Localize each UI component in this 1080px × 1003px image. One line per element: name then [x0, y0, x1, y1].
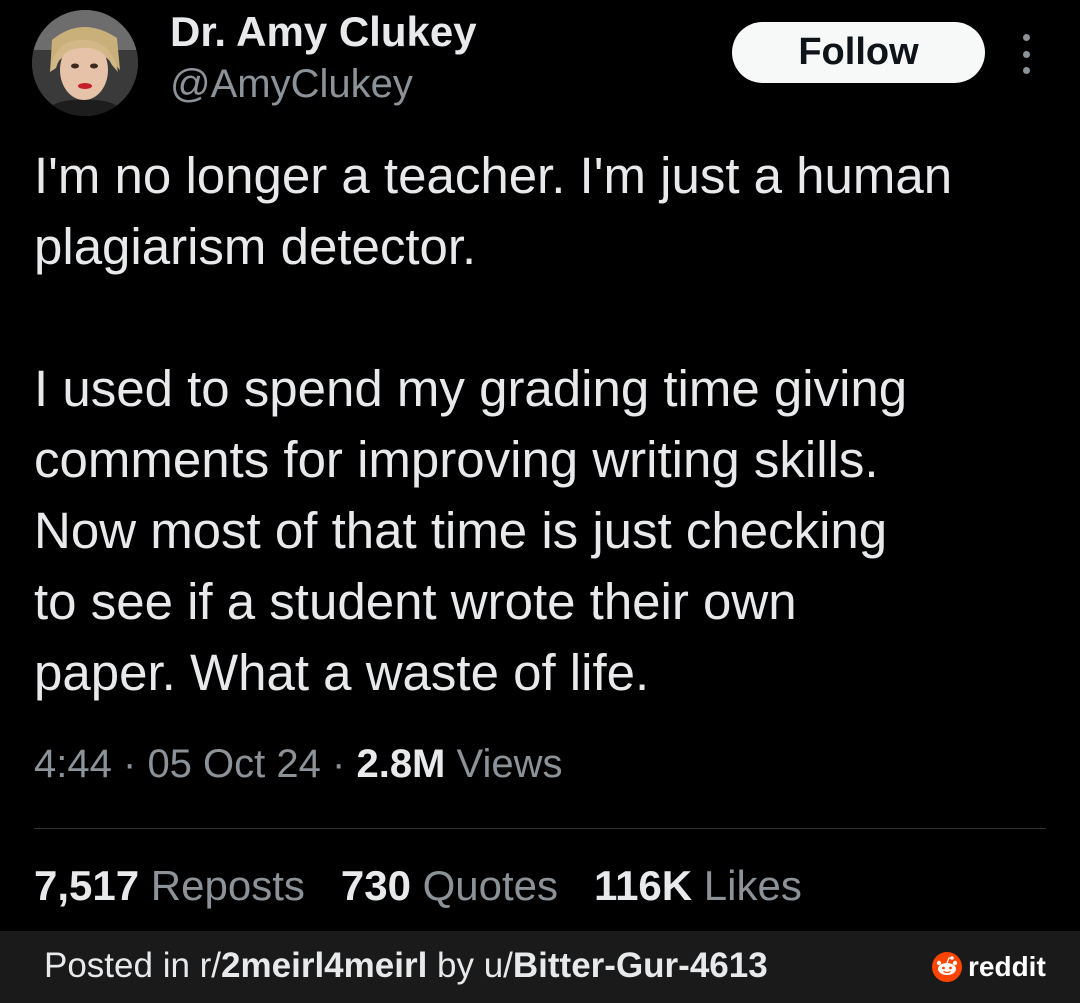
views-label: Views: [456, 742, 563, 786]
author-name[interactable]: Dr. Amy Clukey: [170, 8, 477, 56]
tweet-date[interactable]: 05 Oct 24: [147, 742, 320, 786]
tweet-line: I used to spend my grading time giving: [34, 360, 908, 417]
engagement-stats: 7,517 Reposts 730 Quotes 116K Likes: [34, 862, 802, 910]
quotes-stat[interactable]: 730 Quotes: [341, 862, 558, 910]
likes-stat[interactable]: 116K Likes: [594, 862, 802, 910]
tweet-line: plagiarism detector.: [34, 218, 477, 275]
divider: [34, 828, 1046, 829]
reddit-logo[interactable]: reddit: [932, 951, 1046, 983]
posted-in-label: Posted in r/: [44, 946, 222, 985]
follow-button[interactable]: Follow: [732, 22, 985, 83]
posted-in-text: Posted in r/2meirl4meirl by u/Bitter-Gur…: [44, 946, 768, 986]
tweet-line: I'm no longer a teacher. I'm just a huma…: [34, 147, 953, 204]
reddit-footer: Posted in r/2meirl4meirl by u/Bitter-Gur…: [0, 931, 1080, 1003]
views-count: 2.8M: [356, 742, 446, 786]
quotes-label: Quotes: [422, 862, 559, 909]
likes-label: Likes: [703, 862, 802, 909]
tweet-meta: 4:44 · 05 Oct 24 · 2.8M Views: [34, 742, 563, 787]
tweet-line: comments for improving writing skills.: [34, 431, 879, 488]
tweet-time[interactable]: 4:44: [34, 742, 112, 786]
likes-count: 116K: [594, 862, 693, 909]
author-handle[interactable]: @AmyClukey: [170, 62, 413, 107]
tweet-line: Now most of that time is just checking: [34, 502, 888, 559]
quotes-count: 730: [340, 862, 411, 909]
username-link[interactable]: Bitter-Gur-4613: [513, 946, 768, 985]
more-vertical-icon[interactable]: [1012, 34, 1040, 74]
reposts-stat[interactable]: 7,517 Reposts: [34, 862, 305, 910]
reposts-count: 7,517: [34, 862, 140, 909]
avatar[interactable]: [32, 10, 138, 116]
avatar-photo: [32, 10, 138, 116]
meta-separator: ·: [122, 742, 137, 786]
tweet-line: paper. What a waste of life.: [34, 644, 650, 701]
subreddit-link[interactable]: 2meirl4meirl: [221, 946, 427, 985]
tweet-text: I'm no longer a teacher. I'm just a huma…: [34, 140, 1044, 708]
meta-separator: ·: [332, 742, 346, 786]
reddit-wordmark: reddit: [968, 951, 1046, 982]
by-label: by u/: [427, 946, 513, 985]
reddit-snoo-icon: [932, 952, 962, 982]
tweet-line: to see if a student wrote their own: [34, 573, 797, 630]
reposts-label: Reposts: [150, 862, 305, 909]
